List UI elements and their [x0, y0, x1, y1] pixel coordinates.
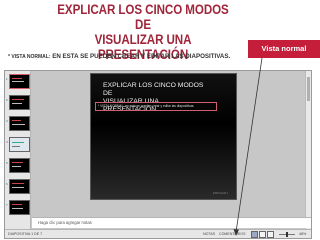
slide-title-line-1: EXPLICAR LOS CINCO MODOS DE [103, 82, 204, 97]
reading-view-icon[interactable] [267, 231, 274, 238]
slide-counter: DIAPOSITIVA 1 DE 7 [8, 232, 43, 236]
thumb-number: 5 [6, 161, 8, 165]
notes-pane[interactable]: Haga clic para agregar notas [32, 217, 311, 228]
thumb-number: 3 [6, 119, 8, 123]
thumb-number: 7 [6, 203, 8, 207]
zoom-slider-knob[interactable] [286, 231, 288, 237]
subtitle-text: EN ESTA SE PUEDEN CREAR Y EDITAR LAS DIA… [52, 53, 231, 60]
slide-thumbnail[interactable] [9, 137, 30, 152]
slide-thumbnail[interactable] [9, 200, 30, 215]
thumb-number: 6 [6, 182, 8, 186]
slide-canvas[interactable]: EXPLICAR LOS CINCO MODOS DE VISUALIZAR U… [90, 73, 237, 200]
comments-button[interactable]: COMENTARIOS [219, 230, 246, 238]
slide-sorter-icon[interactable] [259, 231, 266, 238]
slide-thumbnail[interactable] [9, 116, 30, 131]
thumb-number: 1 [6, 77, 8, 81]
slide-thumbnail[interactable] [9, 158, 30, 173]
zoom-level: 48% [299, 232, 307, 236]
slide-footer: EXPLICAR 1 [213, 192, 228, 195]
thumb-number: 4 [6, 140, 8, 144]
status-bar: DIAPOSITIVA 1 DE 7 NOTAS COMENTARIOS 48% [5, 229, 311, 238]
slide-thumbnail[interactable] [9, 95, 30, 110]
slide-thumbnail[interactable] [9, 179, 30, 194]
normal-view-icon[interactable] [251, 231, 258, 238]
subtitle: * VISTA NORMAL: EN ESTA SE PUEDEN CREAR … [8, 53, 248, 60]
slide-bullet-textbox[interactable]: * VISTA NORMAL: en esta se pueden crear … [95, 102, 217, 111]
scrollbar-thumb[interactable] [307, 77, 310, 101]
subtitle-prefix: * VISTA NORMAL: [8, 54, 51, 60]
thumbnail-pane[interactable]: 1 2 3 4 5 6 7 [5, 71, 31, 230]
thumb-number: 2 [6, 98, 8, 102]
vertical-scrollbar[interactable] [305, 71, 311, 230]
powerpoint-window: 1 2 3 4 5 6 7 EXPLICAR LOS CINCO MODOS D… [4, 70, 312, 239]
slide-thumbnail[interactable] [9, 74, 30, 89]
notes-button[interactable]: NOTAS [203, 230, 215, 238]
vista-normal-badge: Vista normal [248, 40, 320, 58]
title-line-1: EXPLICAR LOS CINCO MODOS DE [57, 2, 229, 32]
